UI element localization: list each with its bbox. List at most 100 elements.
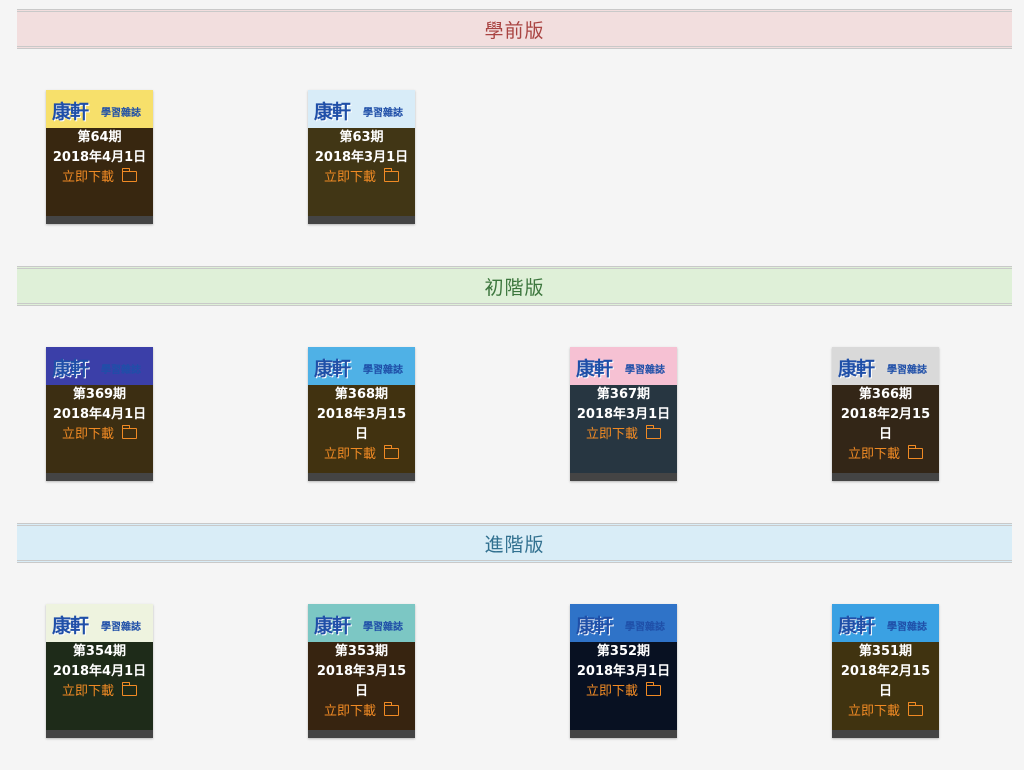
- download-link[interactable]: 立即下載: [46, 682, 153, 702]
- cover-logo: 康軒: [52, 358, 89, 380]
- issue-number: 第366期: [858, 387, 913, 402]
- magazine-card[interactable]: 康軒 學習雜誌 第367期 2018年3月1日 立即下載: [570, 347, 677, 481]
- issue-date: 2018年3月15日: [316, 407, 407, 442]
- folder-open-icon: [121, 168, 137, 182]
- magazine-card[interactable]: 康軒 學習雜誌 第351期 2018年2月15日 立即下載: [832, 604, 939, 738]
- cover-logo-sub: 學習雜誌: [101, 365, 141, 376]
- issue-date: 2018年4月1日: [52, 407, 147, 422]
- card-footer-strip: [46, 730, 153, 738]
- cover-logo: 康軒: [576, 615, 613, 637]
- download-link[interactable]: 立即下載: [570, 682, 677, 702]
- magazine-card[interactable]: 康軒 學習雜誌 第353期 2018年3月15日 立即下載: [308, 604, 415, 738]
- card-info-overlay: 第63期 2018年3月1日 立即下載: [308, 128, 415, 216]
- download-label: 立即下載: [585, 427, 638, 442]
- magazine-card[interactable]: 康軒 學習雜誌 第64期 2018年4月1日 立即下載: [46, 90, 153, 224]
- card-footer-strip: [832, 473, 939, 481]
- issue-number: 第63期: [339, 130, 384, 145]
- issue-date: 2018年2月15日: [840, 664, 931, 699]
- cover-logo: 康軒: [838, 358, 875, 380]
- folder-open-icon: [121, 682, 137, 696]
- card-footer-strip: [570, 730, 677, 738]
- folder-open-icon: [121, 425, 137, 439]
- card-footer-strip: [832, 730, 939, 738]
- card-info-overlay: 第351期 2018年2月15日 立即下載: [832, 642, 939, 730]
- download-label: 立即下載: [61, 684, 114, 699]
- download-link[interactable]: 立即下載: [308, 445, 415, 465]
- issue-number: 第351期: [858, 644, 913, 659]
- folder-open-icon: [645, 425, 661, 439]
- card-footer-strip: [308, 730, 415, 738]
- card-footer-strip: [570, 473, 677, 481]
- card-info-overlay: 第368期 2018年3月15日 立即下載: [308, 385, 415, 473]
- cover-logo: 康軒: [314, 358, 351, 380]
- section-title: 初階版: [484, 276, 545, 299]
- magazine-card[interactable]: 康軒 學習雜誌 第366期 2018年2月15日 立即下載: [832, 347, 939, 481]
- issue-number: 第368期: [334, 387, 389, 402]
- issue-date: 2018年2月15日: [840, 407, 931, 442]
- folder-open-icon: [907, 702, 923, 716]
- download-label: 立即下載: [323, 170, 376, 185]
- issue-number: 第64期: [77, 130, 122, 145]
- issue-number: 第352期: [596, 644, 651, 659]
- issue-date: 2018年3月15日: [316, 664, 407, 699]
- card-info-overlay: 第369期 2018年4月1日 立即下載: [46, 385, 153, 473]
- issue-date: 2018年4月1日: [52, 664, 147, 679]
- cover-logo-sub: 學習雜誌: [363, 108, 403, 119]
- download-link[interactable]: 立即下載: [832, 445, 939, 465]
- section-title: 進階版: [484, 533, 545, 556]
- download-link[interactable]: 立即下載: [46, 425, 153, 445]
- download-link[interactable]: 立即下載: [46, 168, 153, 188]
- folder-open-icon: [383, 702, 399, 716]
- cover-logo-sub: 學習雜誌: [363, 622, 403, 633]
- download-label: 立即下載: [585, 684, 638, 699]
- cover-logo-sub: 學習雜誌: [887, 365, 927, 376]
- cover-logo-sub: 學習雜誌: [625, 365, 665, 376]
- cover-logo-sub: 學習雜誌: [887, 622, 927, 633]
- magazine-card[interactable]: 康軒 學習雜誌 第369期 2018年4月1日 立即下載: [46, 347, 153, 481]
- cover-logo: 康軒: [314, 101, 351, 123]
- download-link[interactable]: 立即下載: [308, 168, 415, 188]
- issue-date: 2018年3月1日: [314, 150, 409, 165]
- download-label: 立即下載: [323, 704, 376, 719]
- folder-open-icon: [907, 445, 923, 459]
- folder-open-icon: [645, 682, 661, 696]
- magazine-card[interactable]: 康軒 學習雜誌 第368期 2018年3月15日 立即下載: [308, 347, 415, 481]
- cover-logo-sub: 學習雜誌: [625, 622, 665, 633]
- issue-number: 第353期: [334, 644, 389, 659]
- download-link[interactable]: 立即下載: [308, 702, 415, 722]
- card-footer-strip: [308, 473, 415, 481]
- folder-open-icon: [383, 445, 399, 459]
- card-info-overlay: 第354期 2018年4月1日 立即下載: [46, 642, 153, 730]
- download-label: 立即下載: [847, 704, 900, 719]
- cover-logo: 康軒: [838, 615, 875, 637]
- card-footer-strip: [46, 473, 153, 481]
- section-header-beginner: 初階版: [17, 266, 1012, 306]
- card-info-overlay: 第353期 2018年3月15日 立即下載: [308, 642, 415, 730]
- download-link[interactable]: 立即下載: [570, 425, 677, 445]
- download-label: 立即下載: [61, 427, 114, 442]
- cover-logo-sub: 學習雜誌: [101, 108, 141, 119]
- magazine-card[interactable]: 康軒 學習雜誌 第352期 2018年3月1日 立即下載: [570, 604, 677, 738]
- card-footer-strip: [308, 216, 415, 224]
- magazine-card[interactable]: 康軒 學習雜誌 第63期 2018年3月1日 立即下載: [308, 90, 415, 224]
- section-header-advanced: 進階版: [17, 523, 1012, 563]
- issue-date: 2018年3月1日: [576, 664, 671, 679]
- download-link[interactable]: 立即下載: [832, 702, 939, 722]
- cover-logo: 康軒: [52, 615, 89, 637]
- card-footer-strip: [46, 216, 153, 224]
- issue-number: 第354期: [72, 644, 127, 659]
- card-info-overlay: 第367期 2018年3月1日 立即下載: [570, 385, 677, 473]
- folder-open-icon: [383, 168, 399, 182]
- cover-logo-sub: 學習雜誌: [363, 365, 403, 376]
- card-info-overlay: 第366期 2018年2月15日 立即下載: [832, 385, 939, 473]
- issue-number: 第367期: [596, 387, 651, 402]
- magazine-card[interactable]: 康軒 學習雜誌 第354期 2018年4月1日 立即下載: [46, 604, 153, 738]
- cover-logo-sub: 學習雜誌: [101, 622, 141, 633]
- download-label: 立即下載: [847, 447, 900, 462]
- section-title: 學前版: [484, 19, 545, 42]
- cover-logo: 康軒: [314, 615, 351, 637]
- download-label: 立即下載: [61, 170, 114, 185]
- card-info-overlay: 第352期 2018年3月1日 立即下載: [570, 642, 677, 730]
- issue-date: 2018年4月1日: [52, 150, 147, 165]
- section-header-preschool: 學前版: [17, 9, 1012, 49]
